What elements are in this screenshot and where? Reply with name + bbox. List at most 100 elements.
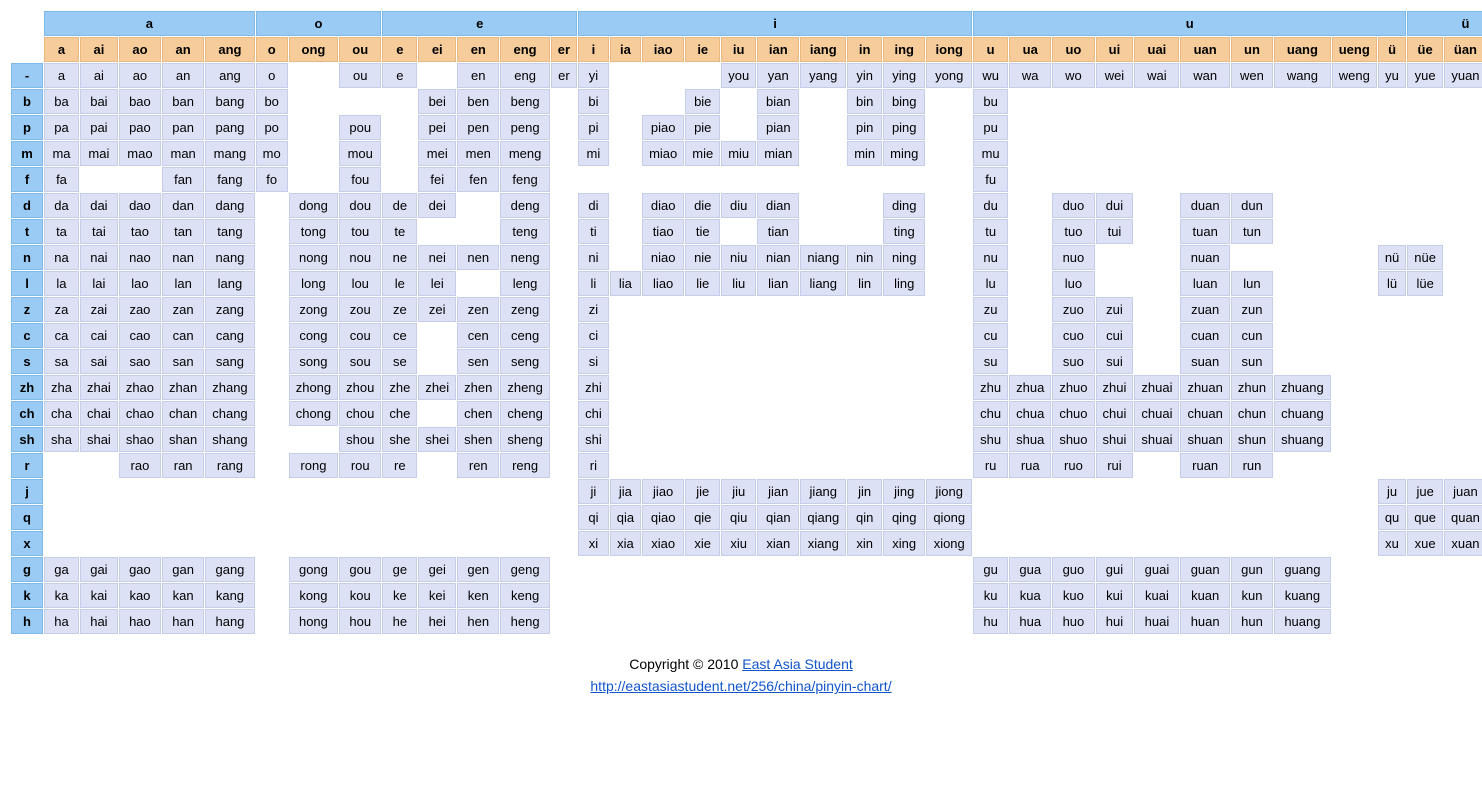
syllable-shao[interactable]: shao — [119, 427, 161, 452]
syllable-niao[interactable]: niao — [642, 245, 684, 270]
syllable-niang[interactable]: niang — [800, 245, 846, 270]
syllable-mai[interactable]: mai — [80, 141, 118, 166]
syllable-nai[interactable]: nai — [80, 245, 118, 270]
syllable-yu[interactable]: yu — [1378, 63, 1406, 88]
syllable-zeng[interactable]: zeng — [500, 297, 549, 322]
syllable-wan[interactable]: wan — [1180, 63, 1229, 88]
syllable-wu[interactable]: wu — [973, 63, 1008, 88]
syllable-zen[interactable]: zen — [457, 297, 499, 322]
syllable-hang[interactable]: hang — [205, 609, 254, 634]
syllable-wa[interactable]: wa — [1009, 63, 1051, 88]
syllable-dong[interactable]: dong — [289, 193, 338, 218]
syllable-xiong[interactable]: xiong — [926, 531, 972, 556]
syllable-juan[interactable]: juan — [1444, 479, 1482, 504]
syllable-ai[interactable]: ai — [80, 63, 118, 88]
syllable-mian[interactable]: mian — [757, 141, 799, 166]
syllable-kei[interactable]: kei — [418, 583, 456, 608]
syllable-sa[interactable]: sa — [44, 349, 79, 374]
syllable-chi[interactable]: chi — [578, 401, 609, 426]
syllable-bei[interactable]: bei — [418, 89, 456, 114]
syllable-lan[interactable]: lan — [162, 271, 204, 296]
syllable-rui[interactable]: rui — [1096, 453, 1134, 478]
syllable-zhai[interactable]: zhai — [80, 375, 118, 400]
syllable-song[interactable]: song — [289, 349, 338, 374]
syllable-cen[interactable]: cen — [457, 323, 499, 348]
syllable-leng[interactable]: leng — [500, 271, 549, 296]
syllable-nüe[interactable]: nüe — [1407, 245, 1443, 270]
syllable-chuo[interactable]: chuo — [1052, 401, 1094, 426]
syllable-chong[interactable]: chong — [289, 401, 338, 426]
syllable-zha[interactable]: zha — [44, 375, 79, 400]
syllable-zhan[interactable]: zhan — [162, 375, 204, 400]
syllable-gui[interactable]: gui — [1096, 557, 1134, 582]
site-link[interactable]: East Asia Student — [742, 656, 853, 672]
syllable-qing[interactable]: qing — [883, 505, 925, 530]
syllable-hua[interactable]: hua — [1009, 609, 1051, 634]
syllable-peng[interactable]: peng — [500, 115, 549, 140]
syllable-tong[interactable]: tong — [289, 219, 338, 244]
syllable-fei[interactable]: fei — [418, 167, 456, 192]
syllable-kuai[interactable]: kuai — [1134, 583, 1179, 608]
syllable-xin[interactable]: xin — [847, 531, 882, 556]
syllable-lin[interactable]: lin — [847, 271, 882, 296]
syllable-san[interactable]: san — [162, 349, 204, 374]
syllable-tao[interactable]: tao — [119, 219, 161, 244]
syllable-fang[interactable]: fang — [205, 167, 254, 192]
syllable-chun[interactable]: chun — [1231, 401, 1273, 426]
syllable-bao[interactable]: bao — [119, 89, 161, 114]
syllable-mang[interactable]: mang — [205, 141, 254, 166]
syllable-zhui[interactable]: zhui — [1096, 375, 1134, 400]
syllable-liu[interactable]: liu — [721, 271, 756, 296]
syllable-cheng[interactable]: cheng — [500, 401, 549, 426]
syllable-xi[interactable]: xi — [578, 531, 609, 556]
syllable-fou[interactable]: fou — [339, 167, 381, 192]
syllable-ge[interactable]: ge — [382, 557, 417, 582]
syllable-fu[interactable]: fu — [973, 167, 1008, 192]
syllable-nü[interactable]: nü — [1378, 245, 1406, 270]
syllable-lia[interactable]: lia — [610, 271, 641, 296]
syllable-fen[interactable]: fen — [457, 167, 499, 192]
syllable-shun[interactable]: shun — [1231, 427, 1273, 452]
syllable-zhuai[interactable]: zhuai — [1134, 375, 1179, 400]
syllable-qi[interactable]: qi — [578, 505, 609, 530]
syllable-miao[interactable]: miao — [642, 141, 684, 166]
syllable-nei[interactable]: nei — [418, 245, 456, 270]
syllable-reng[interactable]: reng — [500, 453, 549, 478]
syllable-zei[interactable]: zei — [418, 297, 456, 322]
syllable-wo[interactable]: wo — [1052, 63, 1094, 88]
syllable-hui[interactable]: hui — [1096, 609, 1134, 634]
syllable-pian[interactable]: pian — [757, 115, 799, 140]
syllable-dei[interactable]: dei — [418, 193, 456, 218]
syllable-he[interactable]: he — [382, 609, 417, 634]
syllable-miu[interactable]: miu — [721, 141, 756, 166]
syllable-tai[interactable]: tai — [80, 219, 118, 244]
syllable-ming[interactable]: ming — [883, 141, 925, 166]
syllable-gua[interactable]: gua — [1009, 557, 1051, 582]
syllable-ne[interactable]: ne — [382, 245, 417, 270]
syllable-rong[interactable]: rong — [289, 453, 338, 478]
source-url-link[interactable]: http://eastasiastudent.net/256/china/pin… — [590, 678, 891, 694]
syllable-pai[interactable]: pai — [80, 115, 118, 140]
syllable-quan[interactable]: quan — [1444, 505, 1482, 530]
syllable-pie[interactable]: pie — [685, 115, 720, 140]
syllable-lüe[interactable]: lüe — [1407, 271, 1443, 296]
syllable-dang[interactable]: dang — [205, 193, 254, 218]
syllable-you[interactable]: you — [721, 63, 756, 88]
syllable-jiang[interactable]: jiang — [800, 479, 846, 504]
syllable-a[interactable]: a — [44, 63, 79, 88]
syllable-xiang[interactable]: xiang — [800, 531, 846, 556]
syllable-duan[interactable]: duan — [1180, 193, 1229, 218]
syllable-yang[interactable]: yang — [800, 63, 846, 88]
syllable-meng[interactable]: meng — [500, 141, 549, 166]
syllable-zhuang[interactable]: zhuang — [1274, 375, 1331, 400]
syllable-tian[interactable]: tian — [757, 219, 799, 244]
syllable-liao[interactable]: liao — [642, 271, 684, 296]
syllable-chui[interactable]: chui — [1096, 401, 1134, 426]
syllable-qin[interactable]: qin — [847, 505, 882, 530]
syllable-huai[interactable]: huai — [1134, 609, 1179, 634]
syllable-zhuo[interactable]: zhuo — [1052, 375, 1094, 400]
syllable-seng[interactable]: seng — [500, 349, 549, 374]
syllable-ni[interactable]: ni — [578, 245, 609, 270]
syllable-chua[interactable]: chua — [1009, 401, 1051, 426]
syllable-ri[interactable]: ri — [578, 453, 609, 478]
